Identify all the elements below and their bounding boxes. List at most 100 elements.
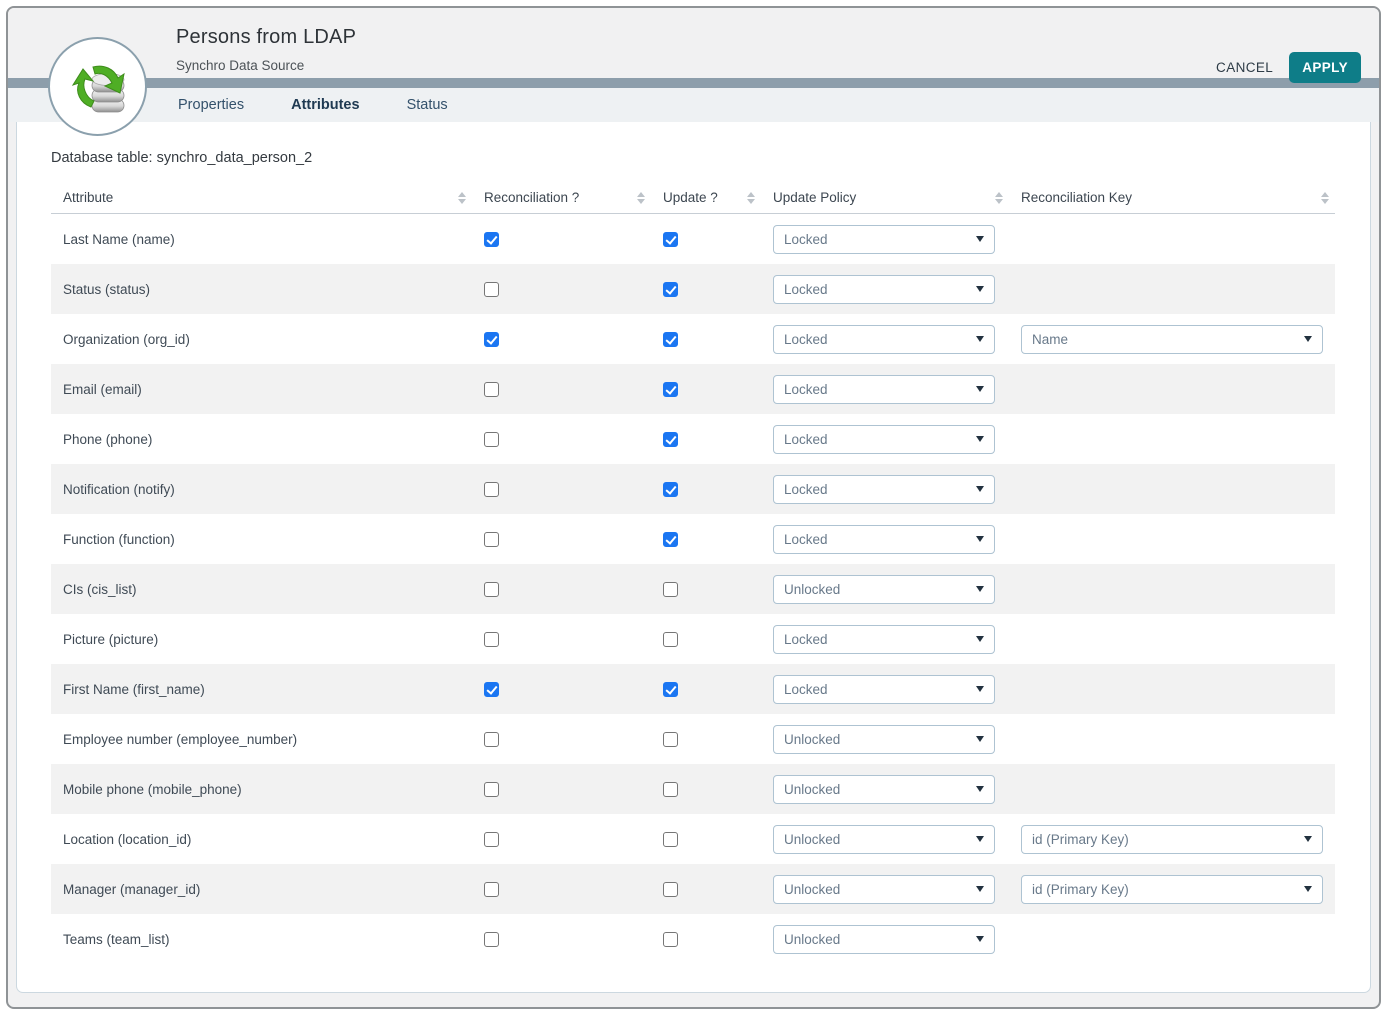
- sort-icon[interactable]: [637, 192, 645, 204]
- tab-status[interactable]: Status: [407, 97, 448, 113]
- tab-attributes[interactable]: Attributes: [291, 97, 359, 113]
- reconciliation-cell: [472, 264, 651, 314]
- update-policy-select[interactable]: Unlocked: [773, 875, 995, 904]
- update-cell: [651, 814, 761, 864]
- update-policy-select[interactable]: Unlocked: [773, 925, 995, 954]
- update-policy-value: Locked: [784, 682, 828, 697]
- update-checkbox[interactable]: [663, 882, 678, 897]
- update-checkbox[interactable]: [663, 582, 678, 597]
- update-policy-select[interactable]: Locked: [773, 625, 995, 654]
- update-policy-cell: Locked: [761, 614, 1009, 664]
- reconciliation-checkbox[interactable]: [484, 582, 499, 597]
- reconciliation-key-cell: [1009, 914, 1335, 964]
- reconciliation-key-cell: [1009, 414, 1335, 464]
- reconciliation-cell: [472, 214, 651, 264]
- update-checkbox[interactable]: [663, 432, 678, 447]
- reconciliation-checkbox[interactable]: [484, 332, 499, 347]
- update-policy-value: Unlocked: [784, 882, 840, 897]
- reconciliation-key-select[interactable]: Name: [1021, 325, 1323, 354]
- update-checkbox[interactable]: [663, 632, 678, 647]
- table-row: Mobile phone (mobile_phone)Unlocked: [51, 764, 1335, 814]
- reconciliation-checkbox[interactable]: [484, 732, 499, 747]
- tab-properties[interactable]: Properties: [178, 97, 244, 113]
- table-row: First Name (first_name)Locked: [51, 664, 1335, 714]
- chevron-down-icon: [1304, 886, 1312, 892]
- table-row: Last Name (name) Locked: [51, 214, 1335, 264]
- update-policy-select[interactable]: Unlocked: [773, 825, 995, 854]
- attribute-label: Email (email): [63, 382, 142, 397]
- reconciliation-checkbox[interactable]: [484, 632, 499, 647]
- update-policy-select[interactable]: Locked: [773, 675, 995, 704]
- update-checkbox[interactable]: [663, 532, 678, 547]
- reconciliation-cell: [472, 914, 651, 964]
- chevron-down-icon: [1304, 336, 1312, 342]
- update-policy-select[interactable]: Unlocked: [773, 725, 995, 754]
- update-cell: [651, 314, 761, 364]
- reconciliation-key-select[interactable]: id (Primary Key): [1021, 825, 1323, 854]
- update-checkbox[interactable]: [663, 832, 678, 847]
- reconciliation-cell: [472, 314, 651, 364]
- reconciliation-checkbox[interactable]: [484, 782, 499, 797]
- update-cell: [651, 564, 761, 614]
- database-table-caption: Database table: synchro_data_person_2: [51, 150, 1370, 166]
- table-row: Teams (team_list)Unlocked: [51, 914, 1335, 964]
- column-header-attribute: Attribute: [51, 182, 472, 213]
- reconciliation-checkbox[interactable]: [484, 532, 499, 547]
- update-policy-cell: Locked: [761, 464, 1009, 514]
- sort-icon[interactable]: [1321, 192, 1329, 204]
- update-checkbox[interactable]: [663, 732, 678, 747]
- update-checkbox[interactable]: [663, 382, 678, 397]
- update-checkbox[interactable]: [663, 782, 678, 797]
- reconciliation-key-cell: [1009, 664, 1335, 714]
- attribute-label: Last Name (name): [63, 232, 175, 247]
- update-policy-cell: Unlocked: [761, 764, 1009, 814]
- update-checkbox[interactable]: [663, 932, 678, 947]
- title-block: Persons from LDAP Synchro Data Source: [176, 26, 356, 73]
- reconciliation-checkbox[interactable]: [484, 232, 499, 247]
- table-row: Employee number (employee_number)Unlocke…: [51, 714, 1335, 764]
- reconciliation-key-cell: [1009, 714, 1335, 764]
- update-checkbox[interactable]: [663, 482, 678, 497]
- update-policy-select[interactable]: Locked: [773, 225, 995, 254]
- update-checkbox[interactable]: [663, 682, 678, 697]
- update-policy-select[interactable]: Unlocked: [773, 575, 995, 604]
- chevron-down-icon: [976, 786, 984, 792]
- update-policy-value: Locked: [784, 332, 828, 347]
- chevron-down-icon: [976, 286, 984, 292]
- reconciliation-checkbox[interactable]: [484, 682, 499, 697]
- update-policy-select[interactable]: Locked: [773, 525, 995, 554]
- chevron-down-icon: [976, 236, 984, 242]
- attribute-label: Manager (manager_id): [63, 882, 200, 897]
- page-title: Persons from LDAP: [176, 26, 356, 49]
- update-policy-select[interactable]: Locked: [773, 325, 995, 354]
- update-policy-select[interactable]: Locked: [773, 275, 995, 304]
- reconciliation-key-select[interactable]: id (Primary Key): [1021, 875, 1323, 904]
- reconciliation-checkbox[interactable]: [484, 432, 499, 447]
- reconciliation-checkbox[interactable]: [484, 382, 499, 397]
- update-policy-cell: Unlocked: [761, 564, 1009, 614]
- update-checkbox[interactable]: [663, 282, 678, 297]
- update-policy-select[interactable]: Locked: [773, 375, 995, 404]
- update-checkbox[interactable]: [663, 232, 678, 247]
- chevron-down-icon: [976, 736, 984, 742]
- reconciliation-checkbox[interactable]: [484, 482, 499, 497]
- reconciliation-checkbox[interactable]: [484, 282, 499, 297]
- column-header-update-policy: Update Policy: [761, 182, 1009, 213]
- update-policy-select[interactable]: Locked: [773, 425, 995, 454]
- reconciliation-checkbox[interactable]: [484, 882, 499, 897]
- update-policy-value: Unlocked: [784, 832, 840, 847]
- reconciliation-checkbox[interactable]: [484, 932, 499, 947]
- cancel-button[interactable]: CANCEL: [1216, 60, 1273, 75]
- reconciliation-checkbox[interactable]: [484, 832, 499, 847]
- synchro-datasource-window: Persons from LDAP Synchro Data Source CA…: [6, 6, 1381, 1009]
- chevron-down-icon: [1304, 836, 1312, 842]
- apply-button[interactable]: APPLY: [1289, 52, 1361, 83]
- update-policy-select[interactable]: Locked: [773, 475, 995, 504]
- update-checkbox[interactable]: [663, 332, 678, 347]
- sort-icon[interactable]: [458, 192, 466, 204]
- sort-icon[interactable]: [747, 192, 755, 204]
- attribute-cell: Location (location_id): [51, 814, 472, 864]
- chevron-down-icon: [976, 386, 984, 392]
- sort-icon[interactable]: [995, 192, 1003, 204]
- update-policy-select[interactable]: Unlocked: [773, 775, 995, 804]
